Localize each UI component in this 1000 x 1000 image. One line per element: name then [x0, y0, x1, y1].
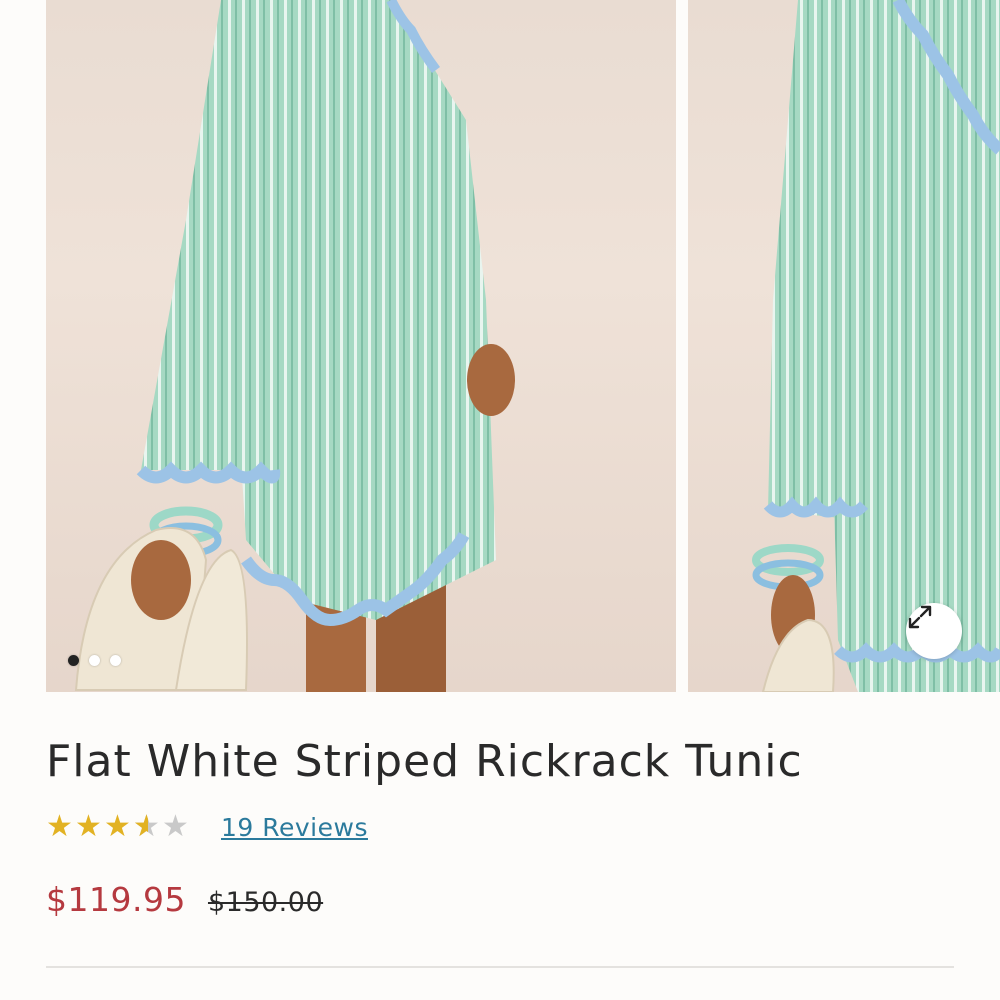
- carousel-dots[interactable]: [68, 655, 121, 666]
- price-block: $119.95 $150.00: [46, 880, 323, 919]
- star-rating: ★ ★ ★ ★ ★: [46, 809, 191, 845]
- sale-price: $119.95: [46, 880, 186, 919]
- star-icon: ★: [75, 809, 102, 844]
- product-image-main[interactable]: [46, 0, 676, 692]
- product-gallery[interactable]: [0, 0, 1000, 692]
- expand-image-button[interactable]: [906, 603, 962, 659]
- product-title: Flat White Striped Rickrack Tunic: [46, 736, 803, 787]
- product-rating: ★★★★★ 19 Reviews: [46, 809, 368, 845]
- carousel-dot[interactable]: [110, 655, 121, 666]
- star-icon: ★: [133, 810, 162, 845]
- section-divider: [46, 966, 954, 968]
- original-price: $150.00: [207, 887, 324, 918]
- star-icon: ★: [162, 809, 189, 844]
- star-icon: ★: [104, 809, 131, 844]
- carousel-dot[interactable]: [89, 655, 100, 666]
- reviews-link[interactable]: 19 Reviews: [221, 813, 368, 842]
- carousel-dot[interactable]: [68, 655, 79, 666]
- star-icon: ★: [46, 809, 73, 844]
- product-image-secondary[interactable]: [688, 0, 1000, 692]
